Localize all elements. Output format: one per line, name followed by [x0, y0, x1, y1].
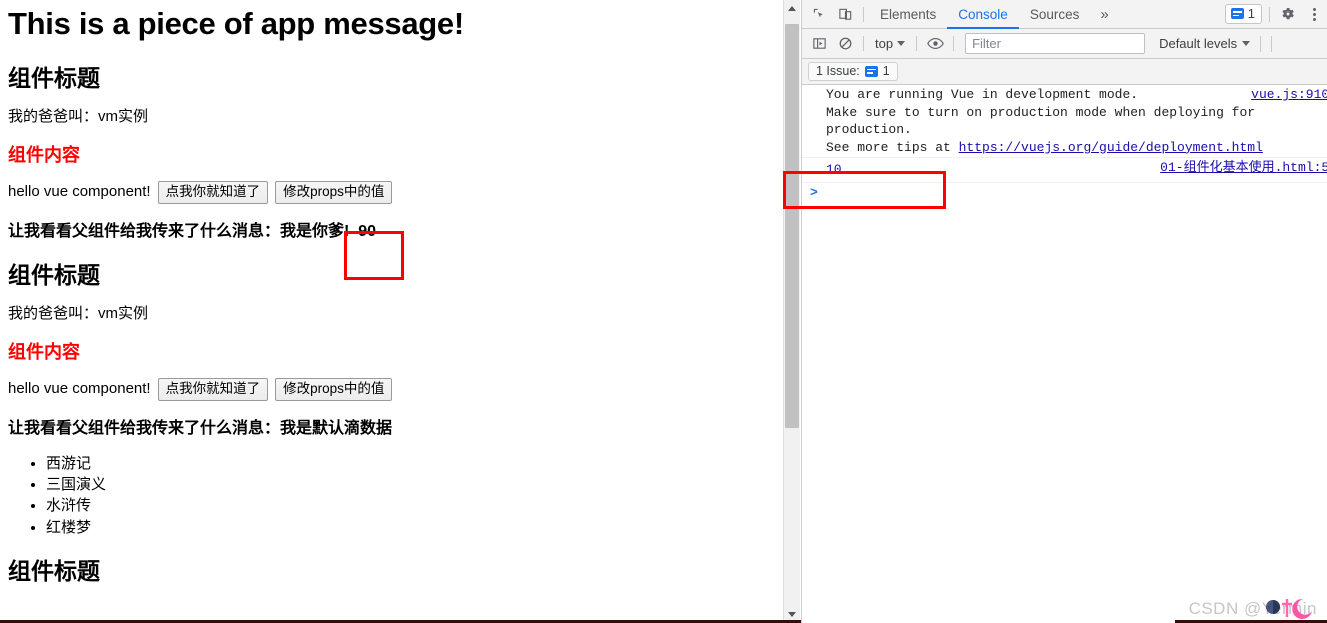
console-sidebar-icon[interactable] — [806, 31, 832, 56]
live-expression-icon[interactable] — [922, 31, 948, 56]
tab-console[interactable]: Console — [947, 0, 1019, 29]
more-tabs-icon[interactable]: » — [1090, 6, 1118, 23]
list-item: 三国演义 — [46, 474, 775, 495]
component-title: 组件标题 — [8, 261, 100, 288]
toolbar-divider — [863, 36, 864, 51]
toolbar-divider — [1269, 6, 1270, 22]
hello-text: hello vue component! — [8, 182, 151, 200]
execution-context-selector[interactable]: top — [869, 35, 911, 52]
scrollbar-thumb[interactable] — [785, 24, 799, 428]
console-toolbar: top Default levels — [802, 29, 1327, 59]
list-item: 红楼梦 — [46, 517, 775, 538]
modify-props-button[interactable]: 修改props中的值 — [275, 180, 393, 204]
toolbar-divider — [863, 6, 864, 22]
page-scrollbar[interactable] — [783, 0, 800, 623]
issues-badge-count: 1 — [1247, 6, 1255, 21]
received-message-label: 让我看看父组件给我传来了什么消息：我是你爹! — [8, 222, 350, 240]
page-title: This is a piece of app message! — [8, 6, 464, 41]
issues-pill-label: 1 Issue: — [816, 64, 860, 78]
clear-console-icon[interactable] — [832, 31, 858, 56]
console-source-link[interactable]: 01-组件化基本使用.html:58 — [1160, 159, 1327, 177]
console-line-3: production. — [826, 122, 912, 138]
chevron-down-icon — [897, 41, 906, 46]
inspect-element-icon[interactable] — [806, 2, 832, 27]
component-parent-line: 我的爸爸叫：vm实例 — [8, 305, 148, 323]
console-message-result[interactable]: 10 01-组件化基本使用.html:58 — [802, 158, 1327, 183]
received-message-line: 让我看看父组件给我传来了什么消息：我是默认滴数据 — [8, 419, 393, 437]
modify-props-button[interactable]: 修改props中的值 — [275, 377, 393, 401]
component-block-3: 组件标题 — [8, 538, 775, 588]
toolbar-divider — [1260, 35, 1262, 52]
console-line-4: See more tips at — [826, 139, 959, 155]
issues-pill-count: 1 — [882, 64, 890, 78]
received-message-number: 90 — [358, 222, 377, 240]
screenshot-root: This is a piece of app message! 组件标题 我的爸… — [0, 0, 1327, 623]
execution-context-label: top — [875, 36, 894, 51]
page-content: This is a piece of app message! 组件标题 我的爸… — [0, 0, 783, 588]
component-title: 组件标题 — [8, 64, 100, 91]
list-item: 水浒传 — [46, 495, 775, 516]
component-title: 组件标题 — [8, 558, 100, 585]
toolbar-divider — [953, 36, 955, 51]
component-content-heading: 组件内容 — [8, 342, 80, 363]
console-source-link[interactable]: vue.js:9108 — [1251, 86, 1327, 104]
gear-icon[interactable] — [1275, 2, 1301, 27]
console-message-warning[interactable]: You are running Vue in development mode.… — [802, 85, 1327, 159]
issue-chat-icon — [1230, 8, 1244, 19]
book-list: 西游记 三国演义 水浒传 红楼梦 — [8, 439, 775, 538]
filter-input[interactable] — [965, 33, 1146, 54]
log-levels-selector[interactable]: Default levels — [1159, 36, 1251, 51]
toolbar-divider — [916, 36, 918, 51]
component-actions-row: hello vue component! 点我你就知道了 修改props中的值 — [8, 169, 775, 204]
component-block-2: 组件标题 我的爸爸叫：vm实例 组件内容 hello vue component… — [8, 242, 775, 538]
component-actions-row: hello vue component! 点我你就知道了 修改props中的值 — [8, 366, 775, 401]
received-message-value — [349, 223, 358, 240]
chevron-down-icon — [1242, 41, 1251, 46]
hello-text: hello vue component! — [8, 379, 151, 397]
deployment-link[interactable]: https://vuejs.org/guide/deployment.html — [959, 140, 1263, 155]
scroll-up-arrow-icon[interactable] — [784, 0, 800, 17]
devtools-tabbar: Elements Console Sources » 1 — [802, 0, 1327, 29]
log-levels-label: Default levels — [1159, 36, 1238, 51]
tab-sources[interactable]: Sources — [1019, 0, 1091, 29]
know-button[interactable]: 点我你就知道了 — [157, 377, 269, 401]
kebab-menu-icon[interactable] — [1301, 2, 1327, 27]
console-prompt[interactable]: > — [802, 183, 1327, 202]
device-toolbar-icon[interactable] — [832, 2, 858, 27]
watermark-logo-icon — [1266, 598, 1312, 619]
devtools-panel: Elements Console Sources » 1 top Filter … — [801, 0, 1327, 623]
issues-pill[interactable]: 1 Issue: 1 — [808, 62, 898, 81]
issue-chat-icon — [864, 65, 878, 77]
component-parent-line: 我的爸爸叫：vm实例 — [8, 108, 148, 126]
list-item: 西游记 — [46, 453, 775, 474]
issues-badge[interactable]: 1 — [1224, 4, 1262, 24]
prompt-arrow-icon: > — [810, 184, 818, 200]
issues-bar: 1 Issue: 1 — [802, 59, 1327, 85]
component-block-1: 组件标题 我的爸爸叫：vm实例 组件内容 hello vue component… — [8, 45, 775, 242]
console-line-1: You are running Vue in development mode. — [826, 87, 1139, 102]
received-message-line: 让我看看父组件给我传来了什么消息：我是你爹! 90 — [8, 204, 775, 242]
component-content-heading: 组件内容 — [8, 144, 80, 165]
know-button[interactable]: 点我你就知道了 — [157, 180, 269, 204]
console-line-2: Make sure to turn on production mode whe… — [826, 104, 1256, 120]
toolbar-divider — [1271, 35, 1273, 52]
rendered-web-page: This is a piece of app message! 组件标题 我的爸… — [0, 0, 783, 623]
tab-elements[interactable]: Elements — [869, 0, 947, 29]
console-messages[interactable]: You are running Vue in development mode.… — [802, 85, 1327, 623]
